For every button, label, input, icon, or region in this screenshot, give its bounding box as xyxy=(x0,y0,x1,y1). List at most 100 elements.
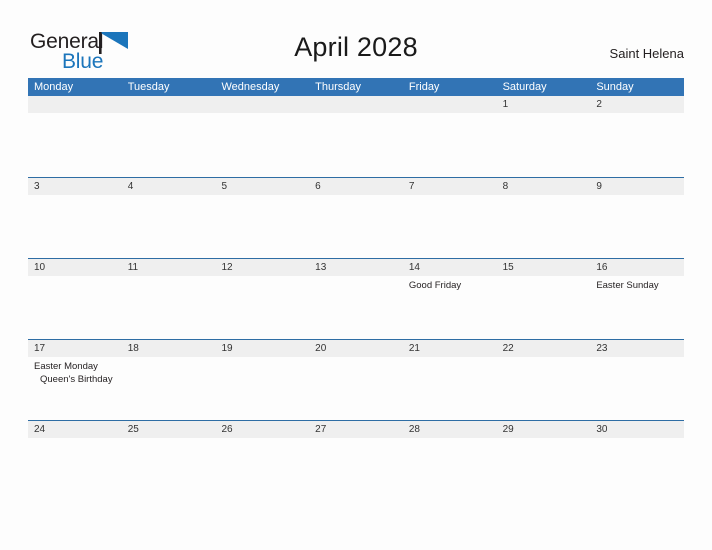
day-cell[interactable] xyxy=(403,195,497,258)
day-number[interactable]: 13 xyxy=(309,259,403,276)
day-number-band: 24 25 26 27 28 29 30 xyxy=(28,421,684,438)
day-number[interactable]: 27 xyxy=(309,421,403,438)
day-cell[interactable] xyxy=(28,195,122,258)
day-number[interactable]: 26 xyxy=(215,421,309,438)
weekday-header-monday: Monday xyxy=(34,81,74,93)
day-number-band: 10 11 12 13 14 15 16 xyxy=(28,259,684,276)
day-number[interactable]: 18 xyxy=(122,340,216,357)
day-cell xyxy=(28,113,122,176)
weekday-header-row: Monday Tuesday Wednesday Thursday Friday Satu… xyxy=(28,78,684,96)
calendar-week-row: 24 25 26 27 28 29 30 xyxy=(28,420,684,501)
calendar-week-row: 10 11 12 13 14 15 16 Good Friday Easter Sunday xyxy=(28,258,684,339)
holiday-event: Easter Sunday xyxy=(596,280,659,291)
day-number[interactable]: 29 xyxy=(497,421,591,438)
day-number[interactable]: 9 xyxy=(590,178,684,195)
calendar-week-row: 12 xyxy=(28,96,684,177)
day-cell[interactable] xyxy=(309,438,403,501)
day-cell[interactable] xyxy=(122,357,216,420)
location-label: Saint Helena xyxy=(609,46,684,61)
day-number[interactable]: 17 xyxy=(28,340,122,357)
weekday-header-saturday: Saturday xyxy=(502,81,547,93)
day-cell xyxy=(403,113,497,176)
weekday-header-wednesday: Wednesday xyxy=(221,81,280,93)
day-cell[interactable] xyxy=(403,438,497,501)
page-header: General Blue April 2028 Saint Helena xyxy=(0,0,712,78)
day-number[interactable]: 24 xyxy=(28,421,122,438)
day-cell[interactable]: Good Friday xyxy=(403,276,497,339)
weekday-header-thursday: Thursday xyxy=(315,81,362,93)
day-cell[interactable] xyxy=(215,195,309,258)
day-cell[interactable] xyxy=(497,438,591,501)
day-number[interactable]: 11 xyxy=(122,259,216,276)
day-number-empty xyxy=(28,96,122,113)
day-cell[interactable] xyxy=(590,438,684,501)
day-number[interactable]: 6 xyxy=(309,178,403,195)
calendar-grid: Monday Tuesday Wednesday Thursday Friday Satu… xyxy=(28,78,684,501)
day-number[interactable]: 20 xyxy=(309,340,403,357)
day-cell[interactable] xyxy=(122,276,216,339)
day-number[interactable]: 15 xyxy=(497,259,591,276)
day-cell[interactable] xyxy=(497,357,591,420)
day-number[interactable]: 7 xyxy=(403,178,497,195)
day-number-empty xyxy=(403,96,497,113)
day-number[interactable]: 2 xyxy=(590,96,684,113)
day-number[interactable]: 16 xyxy=(590,259,684,276)
day-number[interactable]: 25 xyxy=(122,421,216,438)
day-cell xyxy=(215,113,309,176)
day-number[interactable]: 10 xyxy=(28,259,122,276)
day-content-row xyxy=(28,438,684,501)
weekday-header-friday: Friday xyxy=(408,81,440,93)
day-cell[interactable] xyxy=(215,357,309,420)
day-number[interactable]: 14 xyxy=(403,259,497,276)
day-content-row: Good Friday Easter Sunday xyxy=(28,276,684,339)
weekday-header-tuesday: Tuesday xyxy=(127,81,170,93)
day-cell[interactable] xyxy=(215,438,309,501)
day-cell[interactable]: Easter Sunday xyxy=(590,276,684,339)
day-number[interactable]: 21 xyxy=(403,340,497,357)
day-number[interactable]: 12 xyxy=(215,259,309,276)
day-number[interactable]: 23 xyxy=(590,340,684,357)
day-cell[interactable]: Easter Monday Queen's Birthday xyxy=(28,357,122,420)
holiday-event: Good Friday xyxy=(408,280,462,291)
day-cell[interactable] xyxy=(28,438,122,501)
day-number-empty xyxy=(309,96,403,113)
holiday-event: Easter Monday xyxy=(34,361,98,372)
day-cell[interactable] xyxy=(590,357,684,420)
day-number-band: 17 18 19 20 21 22 23 xyxy=(28,340,684,357)
day-number-empty xyxy=(122,96,216,113)
day-number[interactable]: 4 xyxy=(122,178,216,195)
day-cell[interactable] xyxy=(122,195,216,258)
day-cell[interactable] xyxy=(590,113,684,176)
day-cell xyxy=(122,113,216,176)
day-cell[interactable] xyxy=(497,195,591,258)
holiday-event: Queen's Birthday xyxy=(40,374,113,385)
day-number[interactable]: 22 xyxy=(497,340,591,357)
day-cell[interactable] xyxy=(309,276,403,339)
day-cell[interactable] xyxy=(309,357,403,420)
day-cell[interactable] xyxy=(215,276,309,339)
day-number[interactable]: 3 xyxy=(28,178,122,195)
day-cell[interactable] xyxy=(590,195,684,258)
day-number[interactable]: 5 xyxy=(215,178,309,195)
day-cell[interactable] xyxy=(28,276,122,339)
day-number-band: 3456789 xyxy=(28,178,684,195)
day-number-band: 12 xyxy=(28,96,684,113)
day-number[interactable]: 28 xyxy=(403,421,497,438)
calendar-week-row: 3456789 xyxy=(28,177,684,258)
day-cell[interactable] xyxy=(497,276,591,339)
day-content-row xyxy=(28,195,684,258)
day-cell[interactable] xyxy=(122,438,216,501)
day-number[interactable]: 30 xyxy=(590,421,684,438)
day-number[interactable]: 19 xyxy=(215,340,309,357)
day-content-row xyxy=(28,113,684,176)
page-title: April 2028 xyxy=(294,32,418,62)
day-cell[interactable] xyxy=(403,357,497,420)
day-cell[interactable] xyxy=(309,195,403,258)
day-number[interactable]: 1 xyxy=(497,96,591,113)
calendar-week-row: 17 18 19 20 21 22 23 Easter Monday Queen's Birth… xyxy=(28,339,684,420)
day-cell xyxy=(309,113,403,176)
calendar-weeks: 1 2 3 4 5 6 7 8 9 10 11 12 13 14 15 16 Good Friday Easter… xyxy=(28,96,684,501)
day-number[interactable]: 8 xyxy=(497,178,591,195)
day-cell[interactable] xyxy=(497,113,591,176)
day-content-row: Easter Monday Queen's Birthday xyxy=(28,357,684,420)
